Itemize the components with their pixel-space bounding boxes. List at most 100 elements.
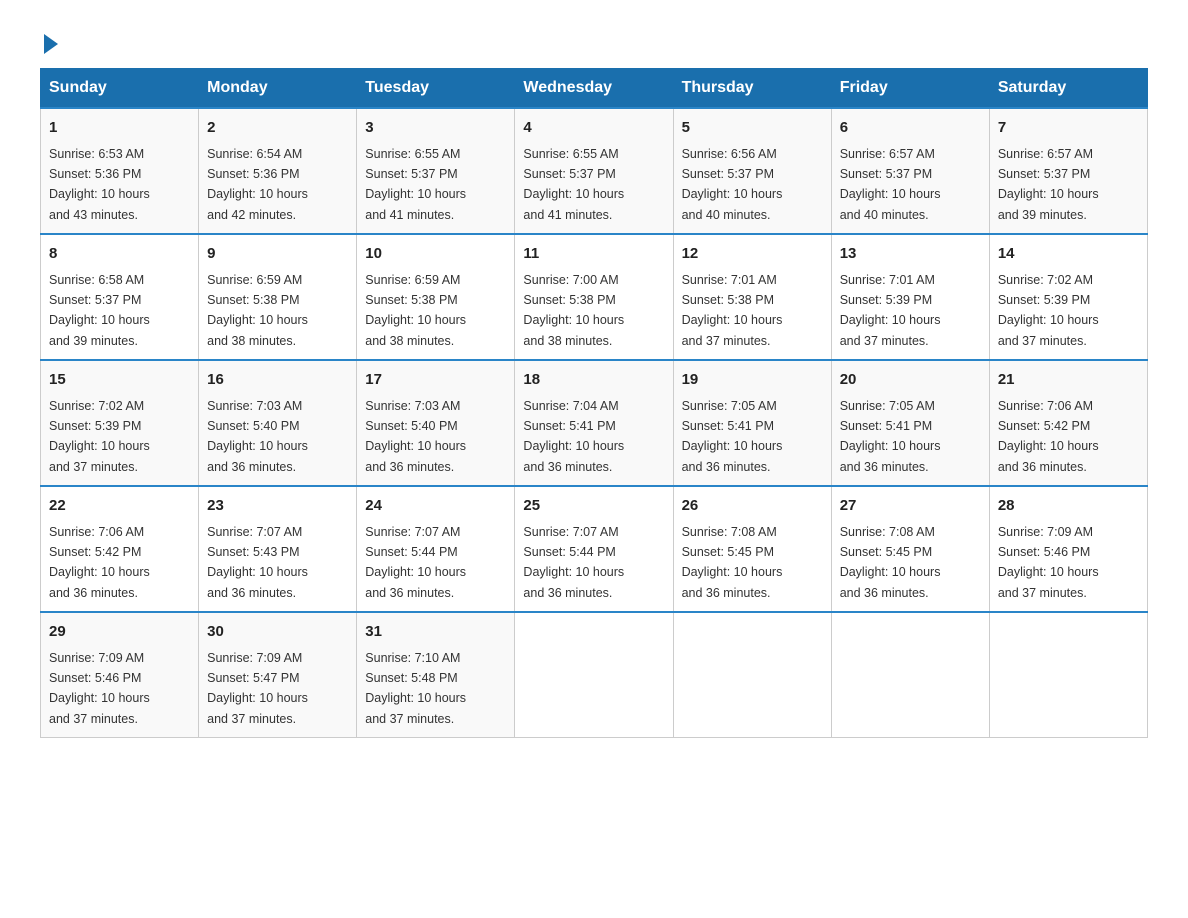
day-number: 5 <box>682 117 823 140</box>
day-number: 25 <box>523 495 664 518</box>
calendar-day-cell: 24 Sunrise: 7:07 AMSunset: 5:44 PMDaylig… <box>357 486 515 612</box>
calendar-day-cell: 12 Sunrise: 7:01 AMSunset: 5:38 PMDaylig… <box>673 234 831 360</box>
day-number: 16 <box>207 369 348 392</box>
calendar-header-row: SundayMondayTuesdayWednesdayThursdayFrid… <box>41 69 1148 109</box>
day-number: 19 <box>682 369 823 392</box>
day-number: 17 <box>365 369 506 392</box>
day-number: 13 <box>840 243 981 266</box>
calendar-day-cell: 21 Sunrise: 7:06 AMSunset: 5:42 PMDaylig… <box>989 360 1147 486</box>
day-number: 18 <box>523 369 664 392</box>
day-info: Sunrise: 7:05 AMSunset: 5:41 PMDaylight:… <box>840 399 941 474</box>
day-info: Sunrise: 7:01 AMSunset: 5:39 PMDaylight:… <box>840 273 941 348</box>
weekday-header-sunday: Sunday <box>41 69 199 109</box>
day-number: 20 <box>840 369 981 392</box>
day-number: 7 <box>998 117 1139 140</box>
day-info: Sunrise: 7:03 AMSunset: 5:40 PMDaylight:… <box>365 399 466 474</box>
day-info: Sunrise: 7:07 AMSunset: 5:43 PMDaylight:… <box>207 525 308 600</box>
calendar-day-cell: 1 Sunrise: 6:53 AMSunset: 5:36 PMDayligh… <box>41 108 199 234</box>
calendar-table: SundayMondayTuesdayWednesdayThursdayFrid… <box>40 68 1148 738</box>
day-number: 27 <box>840 495 981 518</box>
day-number: 3 <box>365 117 506 140</box>
calendar-day-cell <box>515 612 673 738</box>
day-info: Sunrise: 7:04 AMSunset: 5:41 PMDaylight:… <box>523 399 624 474</box>
weekday-header-monday: Monday <box>199 69 357 109</box>
logo-arrow-icon <box>44 34 58 54</box>
calendar-day-cell: 27 Sunrise: 7:08 AMSunset: 5:45 PMDaylig… <box>831 486 989 612</box>
day-number: 6 <box>840 117 981 140</box>
calendar-day-cell: 2 Sunrise: 6:54 AMSunset: 5:36 PMDayligh… <box>199 108 357 234</box>
day-number: 9 <box>207 243 348 266</box>
day-info: Sunrise: 7:08 AMSunset: 5:45 PMDaylight:… <box>840 525 941 600</box>
calendar-day-cell: 28 Sunrise: 7:09 AMSunset: 5:46 PMDaylig… <box>989 486 1147 612</box>
day-info: Sunrise: 6:57 AMSunset: 5:37 PMDaylight:… <box>840 147 941 222</box>
day-info: Sunrise: 7:10 AMSunset: 5:48 PMDaylight:… <box>365 651 466 726</box>
day-info: Sunrise: 7:06 AMSunset: 5:42 PMDaylight:… <box>49 525 150 600</box>
calendar-day-cell: 10 Sunrise: 6:59 AMSunset: 5:38 PMDaylig… <box>357 234 515 360</box>
page-header <box>40 30 1148 50</box>
calendar-week-row: 8 Sunrise: 6:58 AMSunset: 5:37 PMDayligh… <box>41 234 1148 360</box>
calendar-day-cell: 4 Sunrise: 6:55 AMSunset: 5:37 PMDayligh… <box>515 108 673 234</box>
day-info: Sunrise: 6:57 AMSunset: 5:37 PMDaylight:… <box>998 147 1099 222</box>
day-info: Sunrise: 7:05 AMSunset: 5:41 PMDaylight:… <box>682 399 783 474</box>
calendar-week-row: 15 Sunrise: 7:02 AMSunset: 5:39 PMDaylig… <box>41 360 1148 486</box>
weekday-header-tuesday: Tuesday <box>357 69 515 109</box>
calendar-day-cell: 25 Sunrise: 7:07 AMSunset: 5:44 PMDaylig… <box>515 486 673 612</box>
calendar-day-cell <box>989 612 1147 738</box>
calendar-day-cell: 31 Sunrise: 7:10 AMSunset: 5:48 PMDaylig… <box>357 612 515 738</box>
day-info: Sunrise: 7:09 AMSunset: 5:46 PMDaylight:… <box>49 651 150 726</box>
weekday-header-friday: Friday <box>831 69 989 109</box>
day-info: Sunrise: 7:07 AMSunset: 5:44 PMDaylight:… <box>523 525 624 600</box>
day-number: 1 <box>49 117 190 140</box>
day-info: Sunrise: 7:08 AMSunset: 5:45 PMDaylight:… <box>682 525 783 600</box>
calendar-week-row: 1 Sunrise: 6:53 AMSunset: 5:36 PMDayligh… <box>41 108 1148 234</box>
weekday-header-wednesday: Wednesday <box>515 69 673 109</box>
calendar-day-cell: 16 Sunrise: 7:03 AMSunset: 5:40 PMDaylig… <box>199 360 357 486</box>
calendar-day-cell: 29 Sunrise: 7:09 AMSunset: 5:46 PMDaylig… <box>41 612 199 738</box>
day-info: Sunrise: 7:02 AMSunset: 5:39 PMDaylight:… <box>998 273 1099 348</box>
day-number: 21 <box>998 369 1139 392</box>
day-number: 26 <box>682 495 823 518</box>
calendar-day-cell: 9 Sunrise: 6:59 AMSunset: 5:38 PMDayligh… <box>199 234 357 360</box>
calendar-day-cell: 17 Sunrise: 7:03 AMSunset: 5:40 PMDaylig… <box>357 360 515 486</box>
day-info: Sunrise: 7:07 AMSunset: 5:44 PMDaylight:… <box>365 525 466 600</box>
day-info: Sunrise: 6:55 AMSunset: 5:37 PMDaylight:… <box>365 147 466 222</box>
calendar-day-cell: 5 Sunrise: 6:56 AMSunset: 5:37 PMDayligh… <box>673 108 831 234</box>
calendar-day-cell: 15 Sunrise: 7:02 AMSunset: 5:39 PMDaylig… <box>41 360 199 486</box>
day-info: Sunrise: 6:58 AMSunset: 5:37 PMDaylight:… <box>49 273 150 348</box>
day-number: 2 <box>207 117 348 140</box>
day-number: 30 <box>207 621 348 644</box>
day-info: Sunrise: 6:59 AMSunset: 5:38 PMDaylight:… <box>365 273 466 348</box>
day-info: Sunrise: 7:09 AMSunset: 5:47 PMDaylight:… <box>207 651 308 726</box>
day-number: 12 <box>682 243 823 266</box>
day-info: Sunrise: 6:54 AMSunset: 5:36 PMDaylight:… <box>207 147 308 222</box>
calendar-day-cell: 8 Sunrise: 6:58 AMSunset: 5:37 PMDayligh… <box>41 234 199 360</box>
day-number: 4 <box>523 117 664 140</box>
calendar-day-cell: 3 Sunrise: 6:55 AMSunset: 5:37 PMDayligh… <box>357 108 515 234</box>
calendar-day-cell: 6 Sunrise: 6:57 AMSunset: 5:37 PMDayligh… <box>831 108 989 234</box>
day-info: Sunrise: 7:02 AMSunset: 5:39 PMDaylight:… <box>49 399 150 474</box>
logo <box>40 30 58 50</box>
calendar-week-row: 22 Sunrise: 7:06 AMSunset: 5:42 PMDaylig… <box>41 486 1148 612</box>
day-info: Sunrise: 6:55 AMSunset: 5:37 PMDaylight:… <box>523 147 624 222</box>
day-number: 15 <box>49 369 190 392</box>
day-info: Sunrise: 7:06 AMSunset: 5:42 PMDaylight:… <box>998 399 1099 474</box>
calendar-day-cell: 19 Sunrise: 7:05 AMSunset: 5:41 PMDaylig… <box>673 360 831 486</box>
calendar-day-cell: 14 Sunrise: 7:02 AMSunset: 5:39 PMDaylig… <box>989 234 1147 360</box>
calendar-day-cell: 22 Sunrise: 7:06 AMSunset: 5:42 PMDaylig… <box>41 486 199 612</box>
day-info: Sunrise: 6:59 AMSunset: 5:38 PMDaylight:… <box>207 273 308 348</box>
day-number: 10 <box>365 243 506 266</box>
day-number: 8 <box>49 243 190 266</box>
calendar-day-cell: 7 Sunrise: 6:57 AMSunset: 5:37 PMDayligh… <box>989 108 1147 234</box>
calendar-week-row: 29 Sunrise: 7:09 AMSunset: 5:46 PMDaylig… <box>41 612 1148 738</box>
calendar-day-cell <box>673 612 831 738</box>
calendar-day-cell: 26 Sunrise: 7:08 AMSunset: 5:45 PMDaylig… <box>673 486 831 612</box>
day-info: Sunrise: 6:56 AMSunset: 5:37 PMDaylight:… <box>682 147 783 222</box>
day-number: 14 <box>998 243 1139 266</box>
calendar-day-cell: 18 Sunrise: 7:04 AMSunset: 5:41 PMDaylig… <box>515 360 673 486</box>
day-info: Sunrise: 7:03 AMSunset: 5:40 PMDaylight:… <box>207 399 308 474</box>
calendar-day-cell: 23 Sunrise: 7:07 AMSunset: 5:43 PMDaylig… <box>199 486 357 612</box>
weekday-header-thursday: Thursday <box>673 69 831 109</box>
day-number: 22 <box>49 495 190 518</box>
weekday-header-saturday: Saturday <box>989 69 1147 109</box>
calendar-day-cell: 20 Sunrise: 7:05 AMSunset: 5:41 PMDaylig… <box>831 360 989 486</box>
